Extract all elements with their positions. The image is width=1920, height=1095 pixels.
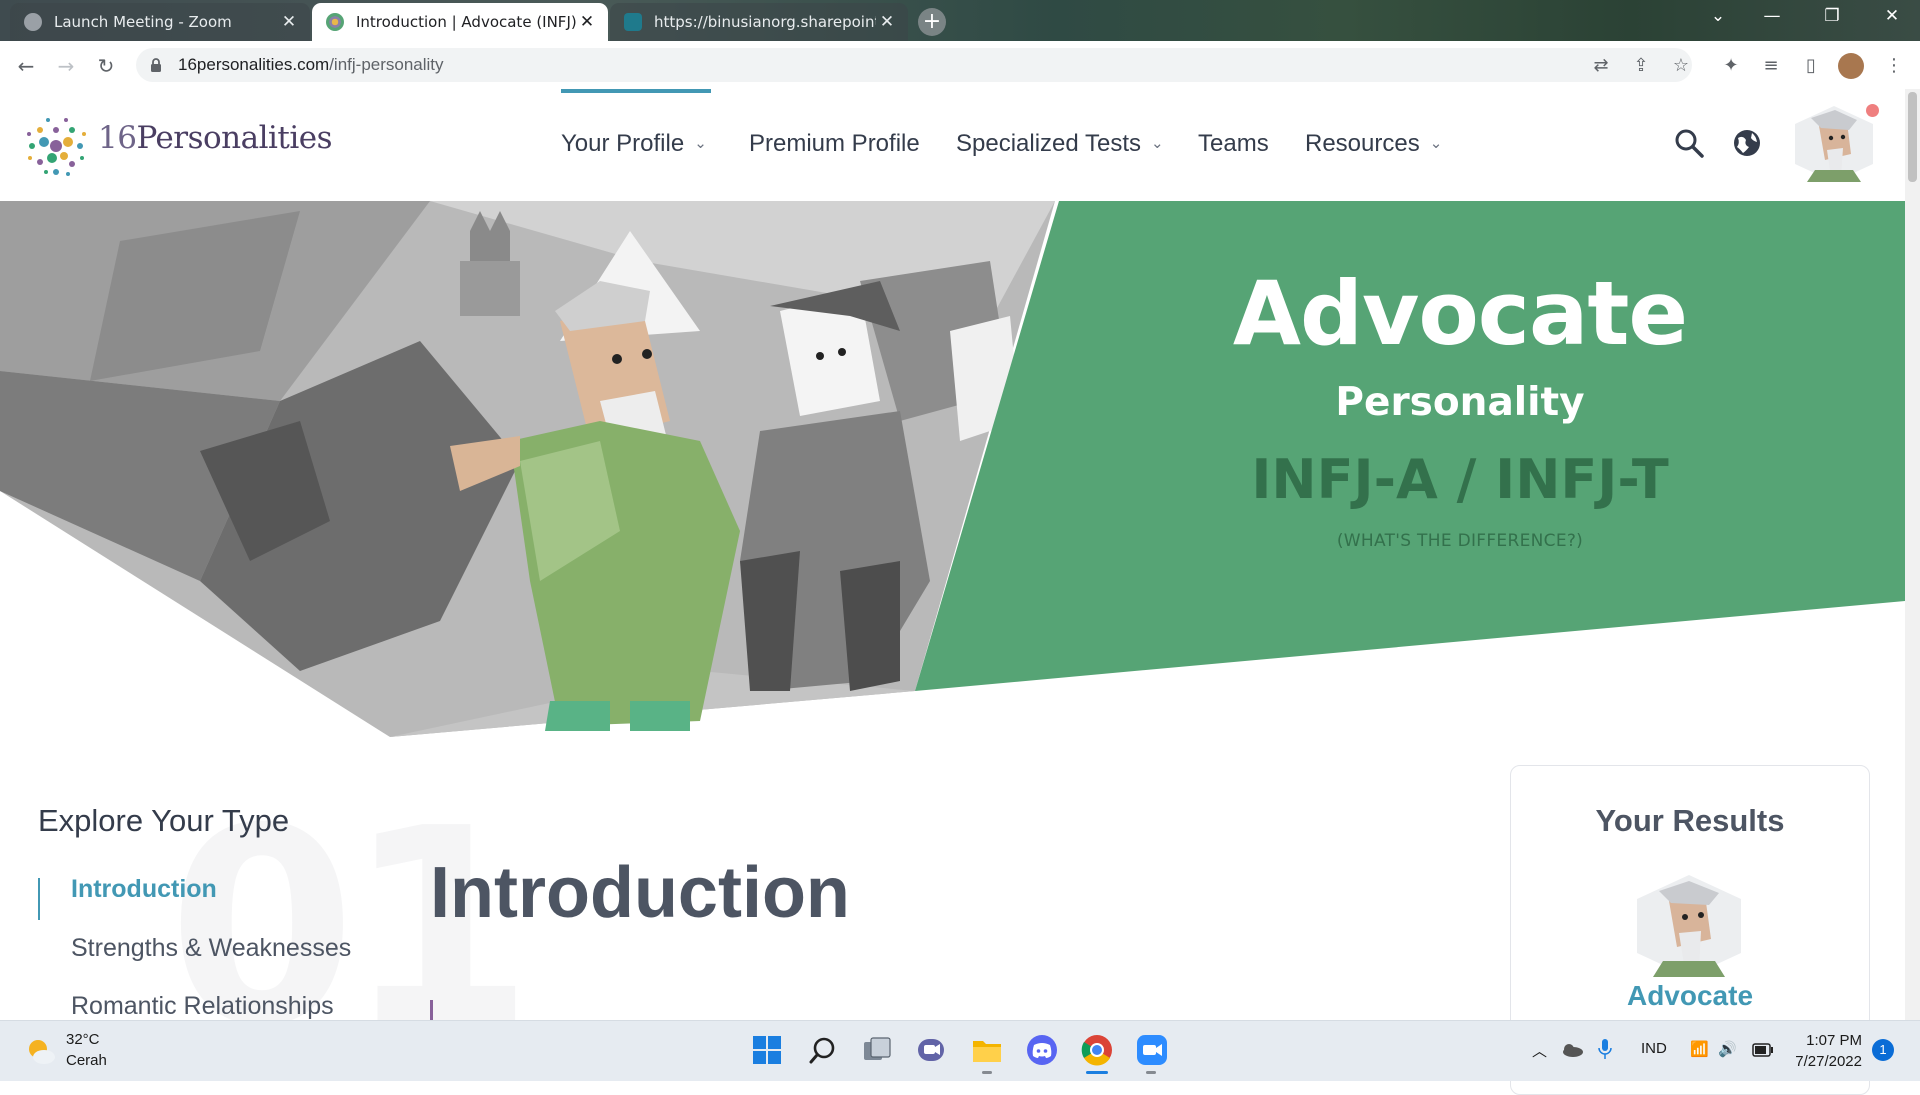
close-tab-icon[interactable]: ✕ xyxy=(278,12,300,32)
minimize-icon[interactable]: — xyxy=(1752,6,1792,26)
reload-icon[interactable]: ↻ xyxy=(92,52,120,80)
zoom-favicon-icon xyxy=(24,13,42,31)
zoom-icon[interactable] xyxy=(1135,1033,1169,1067)
weather-description[interactable]: Cerah xyxy=(66,1052,107,1069)
chrome-menu-icon[interactable]: ⋮ xyxy=(1880,52,1908,80)
back-arrow-icon[interactable]: ← xyxy=(12,52,40,80)
tab-search-chevron-icon[interactable]: ⌄ xyxy=(1698,6,1738,26)
quote-accent-bar xyxy=(430,1000,433,1020)
sidebar-active-indicator xyxy=(38,878,40,920)
chevron-down-icon: ⌄ xyxy=(694,135,707,152)
16personalities-favicon-icon xyxy=(326,13,344,31)
sidebar-item-introduction[interactable]: Introduction xyxy=(71,875,217,904)
hero-type-code: INFJ-A / INFJ-T xyxy=(1251,448,1669,511)
close-window-icon[interactable]: ✕ xyxy=(1872,6,1912,26)
advocate-avatar[interactable] xyxy=(1627,873,1751,979)
chevron-down-icon: ⌄ xyxy=(1429,135,1443,152)
battery-icon[interactable] xyxy=(1752,1043,1774,1057)
lock-icon xyxy=(151,58,161,72)
microphone-icon[interactable] xyxy=(1598,1038,1612,1060)
restore-icon[interactable]: ❐ xyxy=(1812,6,1852,26)
file-explorer-icon[interactable] xyxy=(970,1033,1004,1067)
teams-chat-icon[interactable] xyxy=(915,1033,949,1067)
sidebar-item-romantic-relationships[interactable]: Romantic Relationships xyxy=(71,992,334,1021)
chrome-icon[interactable] xyxy=(1080,1033,1114,1067)
tab-16personalities[interactable]: Introduction | Advocate (INFJ) Pe ✕ xyxy=(312,3,608,41)
scrollbar-thumb[interactable] xyxy=(1908,92,1917,182)
chevron-down-icon: ⌄ xyxy=(1151,135,1164,152)
search-icon[interactable] xyxy=(1672,126,1706,160)
windows-taskbar xyxy=(0,1020,1920,1081)
translate-icon[interactable]: ⇄ xyxy=(1587,52,1615,80)
tab-title: https://binusianorg.sharepoint.co xyxy=(654,13,876,31)
windows-start-icon[interactable] xyxy=(750,1033,784,1067)
task-view-icon[interactable] xyxy=(860,1033,894,1067)
system-clock[interactable]: 1:07 PM 7/27/2022 xyxy=(1780,1030,1862,1072)
16personalities-logo-icon[interactable] xyxy=(24,114,88,178)
profile-avatar-icon[interactable] xyxy=(1838,53,1864,79)
file-explorer-running-indicator xyxy=(982,1071,992,1074)
share-icon[interactable]: ⇪ xyxy=(1627,52,1655,80)
discord-icon[interactable] xyxy=(1025,1033,1059,1067)
sidebar-item-strengths-weaknesses[interactable]: Strengths & Weaknesses xyxy=(71,934,351,963)
url-text[interactable]: 16personalities.com/infj-personality xyxy=(178,55,444,75)
notification-dot xyxy=(1866,104,1879,117)
active-nav-indicator xyxy=(561,89,711,93)
forward-arrow-icon[interactable]: → xyxy=(52,52,80,80)
notification-center-badge[interactable]: 1 xyxy=(1872,1039,1894,1061)
site-logo-wordmark[interactable]: 16Personalities xyxy=(98,120,333,156)
tab-title: Introduction | Advocate (INFJ) Pe xyxy=(356,13,576,31)
hero-title: Advocate xyxy=(1232,262,1688,365)
tab-title: Launch Meeting - Zoom xyxy=(54,13,232,31)
reading-list-icon[interactable]: ≡ xyxy=(1757,52,1785,80)
user-avatar[interactable] xyxy=(1791,104,1877,184)
nav-teams[interactable]: Teams xyxy=(1198,130,1269,158)
globe-language-icon[interactable] xyxy=(1730,126,1764,160)
nav-specialized-tests[interactable]: Specialized Tests ⌄ xyxy=(956,130,1164,158)
new-tab-button[interactable]: + xyxy=(918,8,946,36)
explore-your-type-heading: Explore Your Type xyxy=(38,803,290,838)
results-type-name[interactable]: Advocate xyxy=(1510,980,1870,1012)
nav-resources[interactable]: Resources ⌄ xyxy=(1305,130,1442,158)
identity-difference-link[interactable]: (WHAT'S THE DIFFERENCE?) xyxy=(1060,531,1860,551)
side-panel-icon[interactable]: ▯ xyxy=(1797,52,1825,80)
onedrive-cloud-icon[interactable] xyxy=(1560,1042,1584,1058)
close-tab-icon[interactable]: ✕ xyxy=(876,12,898,32)
nav-your-profile[interactable]: Your Profile ⌄ xyxy=(561,130,707,158)
bookmark-star-icon[interactable]: ☆ xyxy=(1667,52,1695,80)
input-language-indicator[interactable]: IND xyxy=(1641,1040,1667,1057)
your-results-title: Your Results xyxy=(1595,803,1785,838)
zoom-running-indicator xyxy=(1146,1071,1156,1074)
search-icon[interactable] xyxy=(806,1033,840,1067)
chrome-active-indicator xyxy=(1086,1071,1108,1074)
page-scrollbar[interactable] xyxy=(1905,89,1920,1020)
weather-partly-cloudy-icon[interactable] xyxy=(26,1037,56,1065)
hero-subtitle: Personality xyxy=(1335,380,1585,425)
wifi-icon[interactable]: 📶 xyxy=(1690,1040,1709,1058)
tab-sharepoint[interactable]: https://binusianorg.sharepoint.co ✕ xyxy=(610,3,908,41)
nav-premium-profile[interactable]: Premium Profile xyxy=(749,130,920,158)
extensions-puzzle-icon[interactable]: ✦ xyxy=(1717,52,1745,80)
close-tab-icon[interactable]: ✕ xyxy=(576,12,598,32)
show-hidden-icons-chevron[interactable]: ︿ xyxy=(1532,1040,1547,1061)
tab-zoom[interactable]: Launch Meeting - Zoom ✕ xyxy=(10,3,310,41)
volume-icon[interactable]: 🔊 xyxy=(1718,1040,1737,1058)
sharepoint-favicon-icon xyxy=(624,13,642,31)
weather-temperature[interactable]: 32°C xyxy=(66,1031,100,1048)
section-heading: Introduction xyxy=(430,853,850,933)
